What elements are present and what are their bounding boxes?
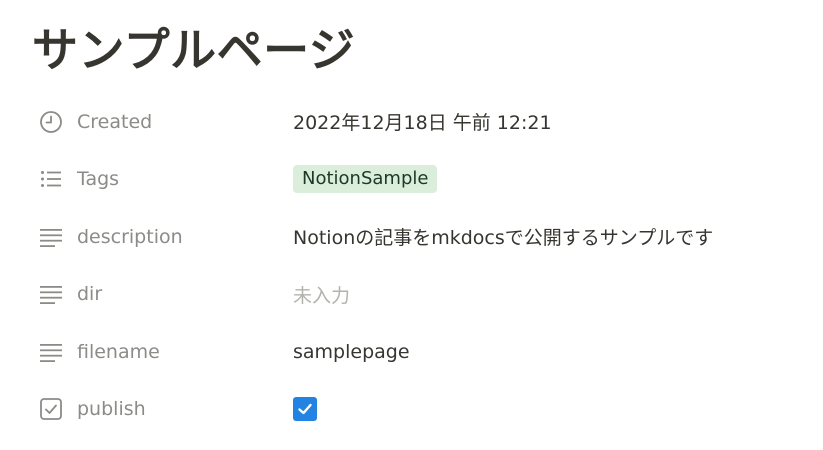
property-list: Created 2022年12月18日 午前 12:21 Tags Notion… (0, 93, 823, 438)
property-name-dir[interactable]: dir (38, 266, 102, 324)
property-label: publish (77, 398, 146, 421)
property-name-filename[interactable]: filename (38, 323, 160, 381)
property-row-description: description Notionの記事をmkdocsで公開するサンプルです (0, 208, 823, 266)
property-label: Created (77, 110, 153, 133)
text-icon (38, 224, 64, 250)
property-name-created[interactable]: Created (38, 93, 152, 151)
tag-badge[interactable]: NotionSample (293, 165, 438, 194)
property-row-publish: publish (0, 381, 823, 439)
property-name-tags[interactable]: Tags (38, 151, 119, 209)
property-row-dir: dir 未入力 (0, 266, 823, 324)
property-value-filename[interactable]: samplepage (293, 323, 410, 381)
text-icon (38, 281, 64, 307)
property-label: description (77, 225, 183, 248)
property-label: Tags (77, 168, 120, 191)
property-value-dir[interactable]: 未入力 (293, 266, 350, 324)
property-row-filename: filename samplepage (0, 323, 823, 381)
checkmark-icon (298, 404, 312, 415)
text-icon (38, 339, 64, 365)
property-value-tags[interactable]: NotionSample (293, 151, 438, 209)
property-name-publish[interactable]: publish (38, 381, 146, 439)
property-row-tags: Tags NotionSample (0, 151, 823, 209)
checkbox-icon (38, 396, 64, 422)
page-title[interactable]: サンプルページ (32, 14, 355, 86)
publish-checkbox[interactable] (293, 397, 317, 422)
property-value-created[interactable]: 2022年12月18日 午前 12:21 (293, 93, 552, 151)
clock-icon (38, 109, 64, 135)
property-name-description[interactable]: description (38, 208, 183, 266)
property-label: filename (77, 340, 160, 363)
property-value-description[interactable]: Notionの記事をmkdocsで公開するサンプルです (293, 208, 713, 266)
property-value-publish (293, 381, 317, 439)
property-row-created: Created 2022年12月18日 午前 12:21 (0, 93, 823, 151)
list-icon (38, 166, 64, 192)
property-label: dir (77, 283, 103, 306)
